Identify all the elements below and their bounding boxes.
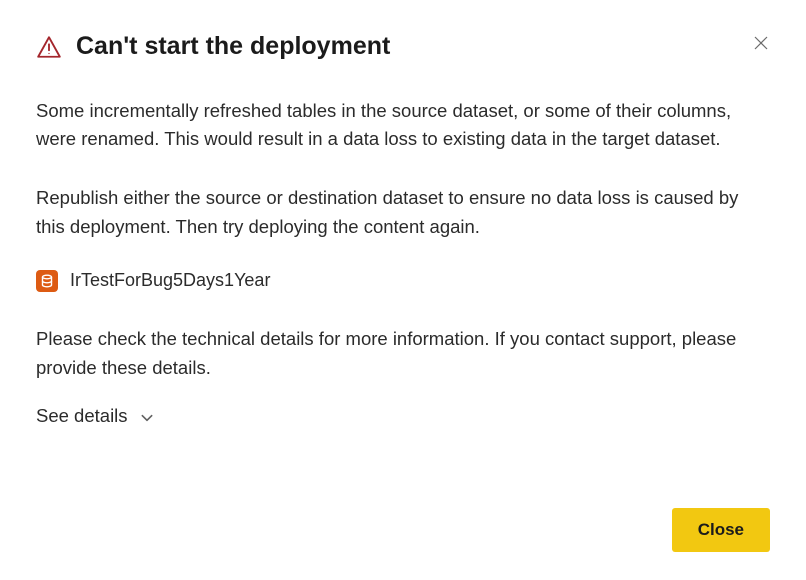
dataset-name-label: IrTestForBug5Days1Year xyxy=(70,267,270,295)
dataset-icon xyxy=(36,270,58,292)
chevron-down-icon xyxy=(140,411,154,425)
dialog-footer: Close xyxy=(672,508,770,552)
dataset-item: IrTestForBug5Days1Year xyxy=(36,267,770,295)
error-dialog: Can't start the deployment Some incremen… xyxy=(0,0,806,580)
see-details-label: See details xyxy=(36,402,128,431)
support-hint: Please check the technical details for m… xyxy=(36,325,770,382)
dialog-body: Some incrementally refreshed tables in t… xyxy=(36,97,770,432)
close-icon-button[interactable] xyxy=(750,32,772,54)
see-details-toggle[interactable]: See details xyxy=(36,402,770,431)
error-description-2: Republish either the source or destinati… xyxy=(36,184,770,241)
warning-triangle-icon xyxy=(36,34,62,60)
error-description-1: Some incrementally refreshed tables in t… xyxy=(36,97,770,154)
dialog-header: Can't start the deployment xyxy=(36,30,770,63)
close-icon xyxy=(754,36,768,50)
dialog-title: Can't start the deployment xyxy=(76,30,390,63)
close-button[interactable]: Close xyxy=(672,508,770,552)
